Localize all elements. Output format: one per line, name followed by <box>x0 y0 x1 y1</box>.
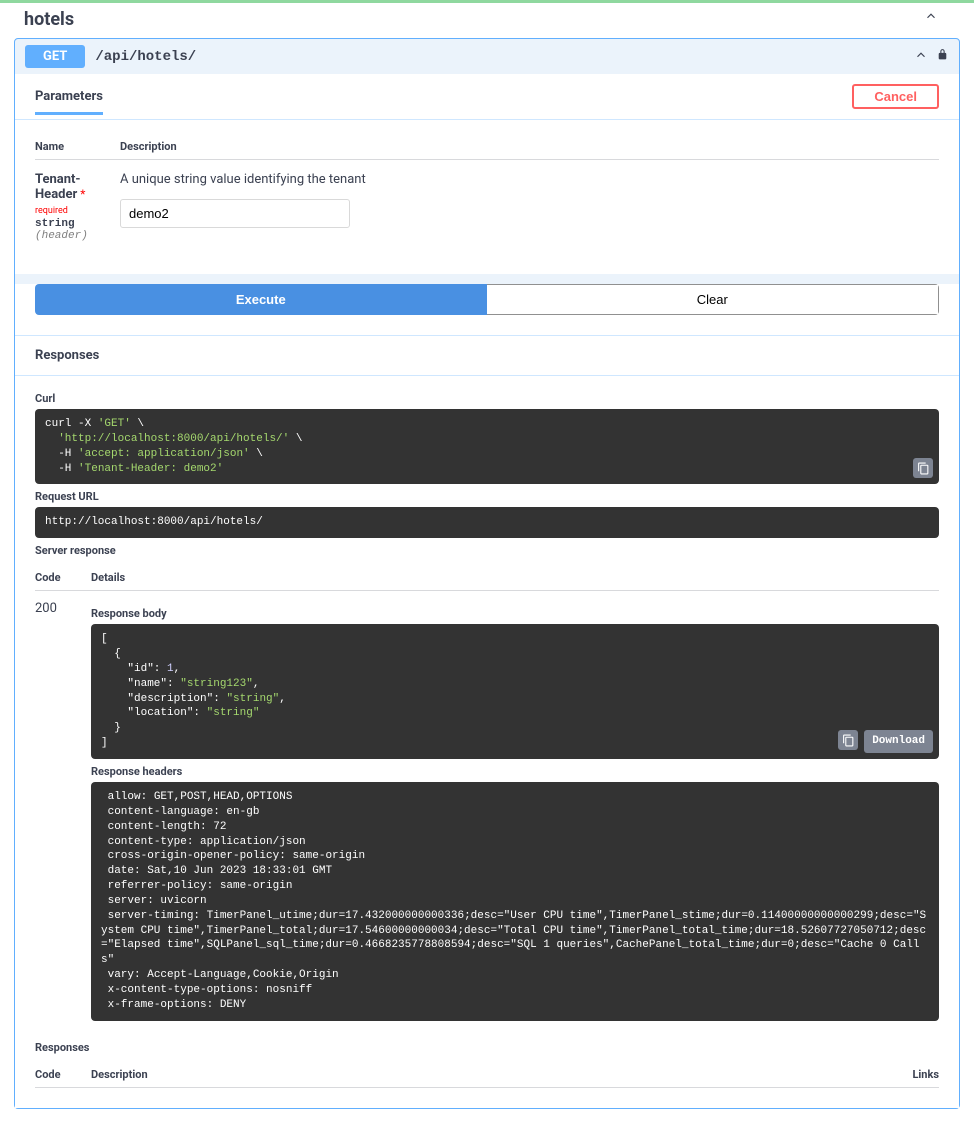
response-row: 200 Response body [ { "id": 1, "name": "… <box>35 591 939 1030</box>
request-url-label: Request URL <box>35 490 939 503</box>
col-details: Details <box>91 571 125 584</box>
responses-bar: Responses <box>15 335 959 376</box>
endpoint-path: /api/hotels/ <box>95 49 196 65</box>
endpoint-header[interactable]: GET /api/hotels/ <box>15 39 959 74</box>
section-header[interactable]: hotels <box>0 3 974 38</box>
method-badge: GET <box>25 45 85 68</box>
tenant-header-input[interactable] <box>120 199 350 228</box>
col-description: Description <box>120 140 177 153</box>
copy-icon[interactable] <box>913 458 933 478</box>
param-description: A unique string value identifying the te… <box>120 172 939 187</box>
col-links: Links <box>912 1068 939 1081</box>
execute-button[interactable]: Execute <box>35 284 487 315</box>
param-in: (header) <box>35 230 120 242</box>
download-button[interactable]: Download <box>864 730 933 753</box>
chevron-up-icon <box>914 48 928 66</box>
clear-button[interactable]: Clear <box>487 284 940 315</box>
section-title: hotels <box>24 9 74 30</box>
param-name: Tenant-Header <box>35 172 81 202</box>
request-url-block: http://localhost:8000/api/hotels/ <box>35 507 939 538</box>
chevron-up-icon <box>924 9 938 27</box>
response-body-label: Response body <box>91 607 939 620</box>
curl-label: Curl <box>35 392 939 405</box>
response-headers-label: Response headers <box>91 765 939 778</box>
cancel-button[interactable]: Cancel <box>852 84 939 109</box>
lock-icon[interactable] <box>936 48 949 65</box>
response-code: 200 <box>35 601 91 1020</box>
parameter-row: Tenant-Header * required string (header)… <box>35 160 939 254</box>
parameters-title: Parameters <box>35 89 103 115</box>
parameters-table: Name Description Tenant-Header * require… <box>15 120 959 274</box>
parameters-bar: Parameters Cancel <box>15 74 959 120</box>
server-response-label: Server response <box>35 544 939 557</box>
col-code: Code <box>35 571 91 584</box>
col-description-2: Description <box>91 1068 148 1081</box>
action-buttons: Execute Clear <box>35 284 939 315</box>
response-headers-block: allow: GET,POST,HEAD,OPTIONS content-lan… <box>91 782 939 1021</box>
response-body-block: [ { "id": 1, "name": "string123", "descr… <box>91 624 939 759</box>
col-code-2: Code <box>35 1068 91 1081</box>
copy-icon[interactable] <box>838 730 858 750</box>
required-star: * <box>80 187 85 201</box>
required-label: required <box>35 206 68 216</box>
col-name: Name <box>35 140 120 153</box>
param-type: string <box>35 218 120 230</box>
curl-block: curl -X 'GET' \ 'http://localhost:8000/a… <box>35 409 939 484</box>
responses-label-2: Responses <box>35 1041 939 1054</box>
endpoint-panel: GET /api/hotels/ Parameters Cancel Name … <box>14 38 960 1109</box>
